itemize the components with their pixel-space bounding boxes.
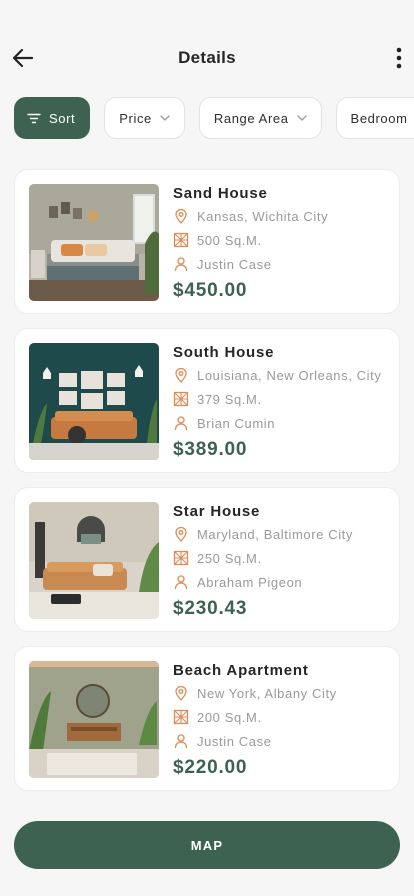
price-filter-label: Price: [119, 110, 152, 126]
listing-area-text: 250 Sq.M.: [197, 550, 262, 566]
listing-name: South House: [173, 344, 275, 361]
area-icon: [173, 550, 189, 566]
listing-info: Beach Apartment New York, Albany City 20…: [173, 661, 389, 779]
listing-price: $230.43: [173, 598, 248, 619]
listing-photo-lounge: [29, 502, 159, 619]
listing-photo-apartment: [29, 661, 159, 778]
listing-card[interactable]: Sand House Kansas, Wichita City 500 Sq.M…: [14, 169, 400, 314]
header: Details: [0, 36, 414, 80]
area-icon: [173, 391, 189, 407]
listing-area-text: 500 Sq.M.: [197, 232, 262, 248]
listing-area: 379 Sq.M.: [173, 387, 389, 411]
listing-info: Star House Maryland, Baltimore City 250 …: [173, 502, 389, 620]
more-options-icon[interactable]: [392, 45, 406, 71]
listing-photo-bedroom: [29, 184, 159, 301]
chevron-down-icon: [160, 115, 170, 121]
range-area-filter-chip[interactable]: Range Area: [198, 97, 322, 139]
person-icon: [174, 416, 188, 431]
listing-price: $450.00: [173, 280, 248, 301]
listing-location-text: New York, Albany City: [197, 685, 337, 701]
map-pin-icon: [175, 685, 187, 701]
listing-area: 500 Sq.M.: [173, 228, 389, 252]
listing-location-text: Kansas, Wichita City: [197, 208, 329, 224]
price-filter-chip[interactable]: Price: [104, 97, 185, 139]
filter-bar: Sort Price Range Area Bedroom: [14, 97, 414, 139]
listing-card[interactable]: Star House Maryland, Baltimore City 250 …: [14, 487, 400, 632]
listing-location: Kansas, Wichita City: [173, 204, 389, 228]
listing-location: Louisiana, New Orleans, City: [173, 363, 389, 387]
map-button[interactable]: MAP: [14, 821, 400, 869]
listing-agent: Justin Case: [173, 729, 389, 753]
chevron-down-icon: [296, 115, 307, 121]
bedroom-filter-chip[interactable]: Bedroom: [335, 97, 414, 139]
listing-price: $220.00: [173, 757, 248, 778]
person-icon: [174, 575, 188, 590]
listing-name: Star House: [173, 503, 261, 520]
listing-agent: Abraham Pigeon: [173, 570, 389, 594]
listing-name: Sand House: [173, 185, 268, 202]
map-pin-icon: [175, 526, 187, 542]
listing-area-text: 200 Sq.M.: [197, 709, 262, 725]
listing-card[interactable]: Beach Apartment New York, Albany City 20…: [14, 646, 400, 791]
listing-location-text: Louisiana, New Orleans, City: [197, 367, 382, 383]
listing-area-text: 379 Sq.M.: [197, 391, 262, 407]
listing-card[interactable]: South House Louisiana, New Orleans, City…: [14, 328, 400, 473]
map-pin-icon: [175, 367, 187, 383]
listing-area: 250 Sq.M.: [173, 546, 389, 570]
listing-agent: Brian Cumin: [173, 411, 389, 435]
listing-photo-living-room: [29, 343, 159, 460]
listing-agent-text: Brian Cumin: [197, 415, 276, 431]
range-area-filter-label: Range Area: [213, 110, 289, 126]
details-screen: Details Sort Price Range Area Bedroom Sa…: [0, 0, 414, 896]
page-title: Details: [178, 48, 236, 67]
area-icon: [173, 232, 189, 248]
listing-agent: Justin Case: [173, 252, 389, 276]
listing-location: New York, Albany City: [173, 681, 389, 705]
listing-price: $389.00: [173, 439, 248, 460]
listing-location-text: Maryland, Baltimore City: [197, 526, 353, 542]
listing-location: Maryland, Baltimore City: [173, 522, 389, 546]
sort-icon: [27, 113, 41, 123]
area-icon: [173, 709, 189, 725]
listing-info: Sand House Kansas, Wichita City 500 Sq.M…: [173, 184, 389, 302]
listing-agent-text: Justin Case: [197, 256, 272, 272]
listing-agent-text: Abraham Pigeon: [197, 574, 303, 590]
map-pin-icon: [175, 208, 187, 224]
person-icon: [174, 257, 188, 272]
listing-agent-text: Justin Case: [197, 733, 272, 749]
listing-name: Beach Apartment: [173, 662, 309, 679]
listing-info: South House Louisiana, New Orleans, City…: [173, 343, 389, 461]
listing-area: 200 Sq.M.: [173, 705, 389, 729]
bedroom-filter-label: Bedroom: [350, 110, 408, 126]
sort-chip[interactable]: Sort: [14, 97, 91, 139]
sort-chip-label: Sort: [49, 110, 76, 126]
person-icon: [174, 734, 188, 749]
